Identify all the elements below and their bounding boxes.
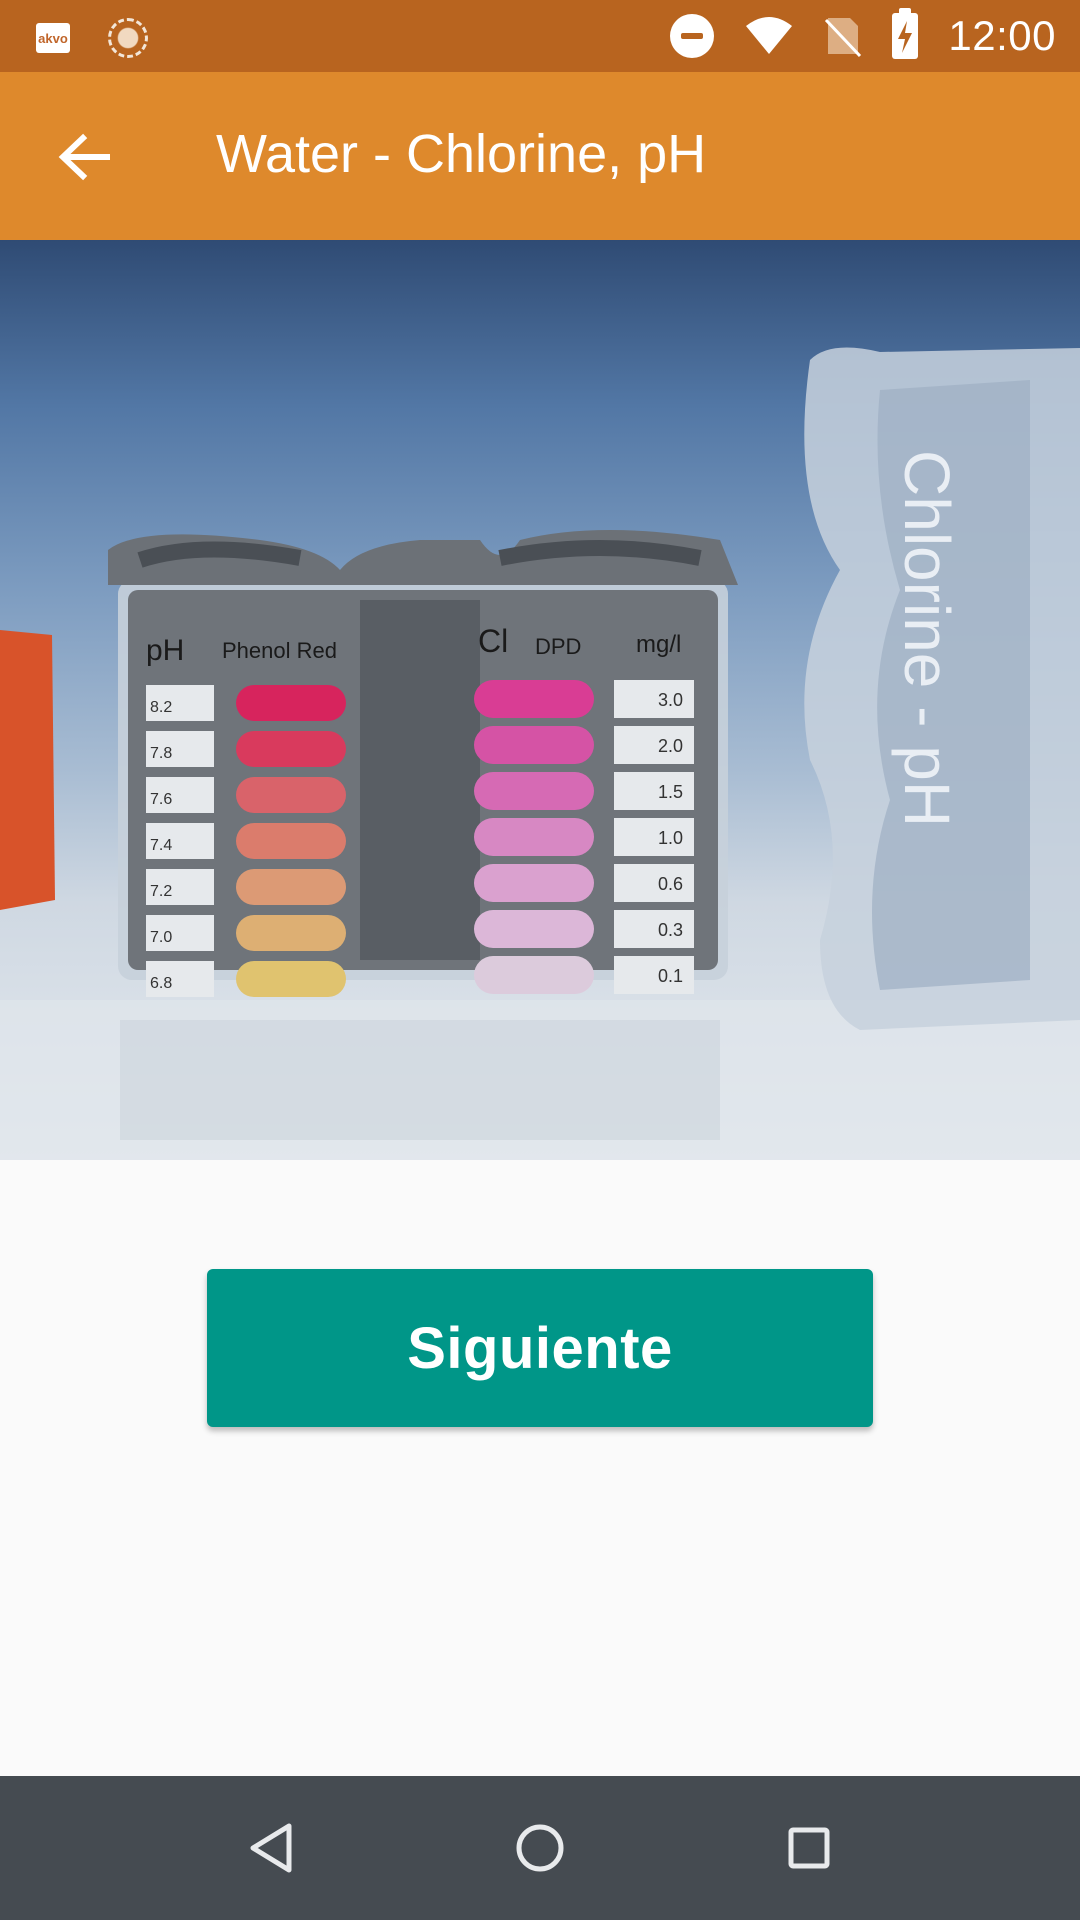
app-bar: Water - Chlorine, pH bbox=[0, 72, 1080, 240]
battery-charging-icon bbox=[892, 8, 919, 59]
do-not-disturb-icon bbox=[670, 14, 715, 58]
back-button[interactable] bbox=[34, 112, 134, 202]
navigation-bar bbox=[0, 1776, 1080, 1920]
cl-unit: mg/l bbox=[636, 631, 681, 658]
clock: 12:00 bbox=[948, 12, 1056, 59]
cl-value: 0.1 bbox=[658, 966, 683, 986]
back-triangle-icon bbox=[250, 1823, 292, 1873]
test-kit-image: Chlorine - pH pH Phenol Red Cl DPD mg/l bbox=[0, 240, 1080, 1160]
arrow-left-icon bbox=[58, 133, 110, 181]
wifi-icon bbox=[746, 17, 793, 54]
status-bar: akvo 12:00 bbox=[0, 0, 1080, 72]
cl-value: 0.3 bbox=[658, 920, 683, 940]
next-button[interactable]: Siguiente bbox=[207, 1269, 873, 1427]
ph-header: pH bbox=[146, 634, 184, 667]
nav-recents-button[interactable] bbox=[764, 1806, 854, 1890]
cl-value: 1.5 bbox=[658, 782, 683, 802]
sun-icon bbox=[108, 18, 148, 58]
ph-value: 7.0 bbox=[150, 929, 172, 946]
cl-reagent: DPD bbox=[535, 634, 581, 659]
ph-value: 6.8 bbox=[150, 975, 172, 992]
ph-value: 8.2 bbox=[150, 699, 172, 716]
ph-value: 7.4 bbox=[150, 837, 172, 854]
cl-value: 1.0 bbox=[658, 828, 683, 848]
ph-value: 7.8 bbox=[150, 745, 172, 762]
akvo-icon-label: akvo bbox=[38, 30, 68, 46]
nav-home-button[interactable] bbox=[495, 1806, 585, 1890]
page-title: Water - Chlorine, pH bbox=[216, 124, 707, 184]
home-circle-icon bbox=[516, 1824, 564, 1872]
cl-value: 3.0 bbox=[658, 690, 683, 710]
cl-value: 0.6 bbox=[658, 874, 683, 894]
akvo-icon: akvo bbox=[36, 23, 70, 53]
ph-reagent: Phenol Red bbox=[222, 638, 337, 663]
cl-value: 2.0 bbox=[658, 736, 683, 756]
ph-value: 7.6 bbox=[150, 791, 172, 808]
cl-header: Cl bbox=[478, 623, 508, 659]
next-button-label: Siguiente bbox=[407, 1315, 673, 1381]
nav-back-button[interactable] bbox=[226, 1806, 316, 1890]
no-sim-icon bbox=[825, 18, 862, 58]
case-label: Chlorine - pH bbox=[891, 450, 963, 827]
screen: akvo 12:00 Water - Chlorine, pH Chlorine… bbox=[0, 0, 1080, 1920]
recents-square-icon bbox=[788, 1827, 830, 1869]
ph-value: 7.2 bbox=[150, 883, 172, 900]
